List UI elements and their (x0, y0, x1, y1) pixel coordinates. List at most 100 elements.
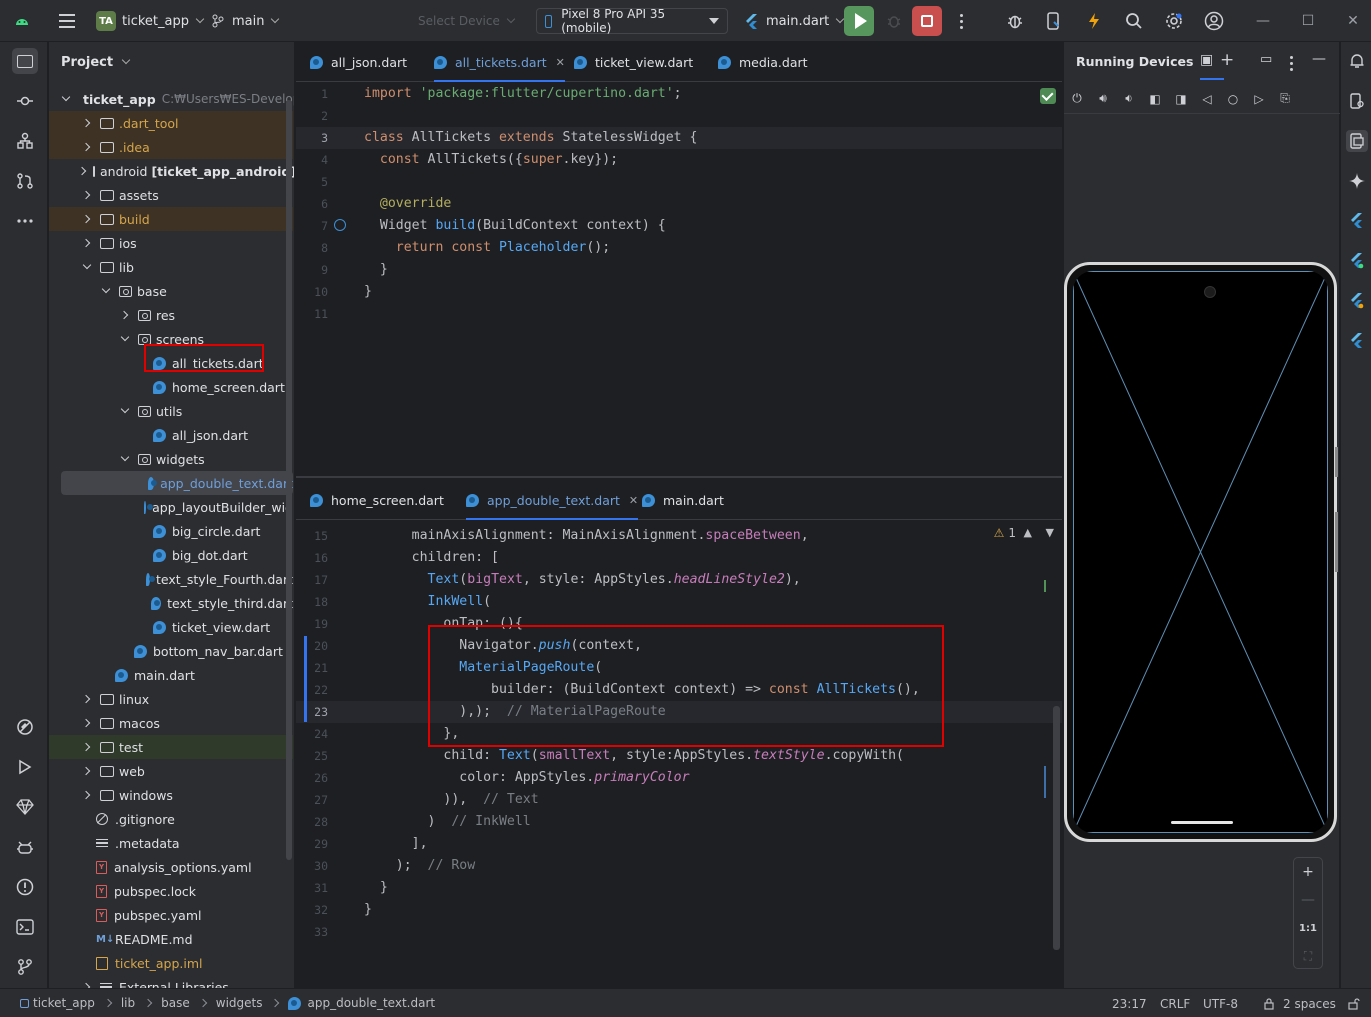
code-line[interactable]: 29 ], (296, 833, 1062, 855)
app-inspection-icon[interactable] (12, 834, 38, 860)
home-icon[interactable]: ○ (1220, 86, 1246, 112)
code-line[interactable]: 1 import 'package:flutter/cupertino.dart'… (296, 83, 1062, 105)
line-number[interactable]: 20 (296, 635, 328, 657)
editor-tab[interactable]: app_double_text.dart ✕ (466, 480, 639, 520)
tree-item[interactable]: test (49, 735, 293, 759)
gesture-home-bar[interactable] (1171, 821, 1233, 824)
attach-debugger-icon[interactable] (1004, 0, 1026, 42)
line-number[interactable]: 18 (296, 591, 328, 613)
tree-item[interactable]: .idea (49, 135, 293, 159)
minimize-window-icon[interactable]: — (1254, 0, 1272, 42)
terminal-icon[interactable] (12, 914, 38, 940)
collapsed-arrow-icon[interactable] (81, 718, 92, 728)
collapsed-arrow-icon[interactable] (77, 166, 87, 176)
lock-icon[interactable] (1264, 989, 1274, 1017)
line-number[interactable]: 27 (296, 789, 328, 811)
tree-item[interactable]: Ypubspec.yaml (49, 903, 293, 927)
window-layout-icon[interactable]: ▭ (1260, 52, 1272, 67)
close-tab-icon[interactable]: ✕ (629, 494, 638, 507)
hide-panel-icon[interactable]: — (1312, 51, 1326, 67)
select-device-dropdown[interactable]: Select Device (418, 0, 516, 42)
tree-item[interactable]: base (49, 279, 293, 303)
line-number[interactable]: 16 (296, 547, 328, 569)
zoom-actual-size[interactable]: 1:1 (1294, 914, 1322, 942)
code-line[interactable]: 3 class AllTickets extends StatelessWidge… (296, 127, 1062, 149)
file-encoding[interactable]: UTF-8 (1203, 989, 1238, 1017)
code-line[interactable]: 33 (296, 921, 1062, 943)
collapsed-arrow-icon[interactable] (81, 190, 92, 200)
tree-item[interactable]: big_dot.dart (49, 543, 293, 567)
close-tab-icon[interactable]: ✕ (556, 56, 565, 69)
tree-item[interactable]: Yanalysis_options.yaml (49, 855, 293, 879)
tree-item[interactable]: linux (49, 687, 293, 711)
line-number[interactable]: 33 (296, 921, 328, 943)
tree-item[interactable]: lib (49, 255, 293, 279)
screenshot-icon[interactable]: ⎘ (1272, 86, 1298, 112)
settings-gear-icon[interactable] (1163, 0, 1185, 42)
vcs-change-marker[interactable] (304, 636, 307, 722)
line-number[interactable]: 31 (296, 877, 328, 899)
flutter-inspector-icon[interactable] (12, 714, 38, 740)
code-line[interactable]: 17 Text(bigText, style: AppStyles.headLi… (296, 569, 1062, 591)
vcs-branch-widget[interactable]: main (212, 0, 280, 42)
code-line[interactable]: 6 @override (296, 193, 1062, 215)
emulator-screen[interactable] (1073, 271, 1328, 833)
editor-tab[interactable]: main.dart (642, 480, 724, 520)
code-line[interactable]: 32} (296, 899, 1062, 921)
caret-position[interactable]: 23:17 (1112, 989, 1147, 1017)
code-line[interactable]: 16 children: [ (296, 547, 1062, 569)
line-number[interactable]: 19 (296, 613, 328, 635)
close-window-icon[interactable]: ✕ (1344, 0, 1362, 42)
collapsed-arrow-icon[interactable] (81, 238, 92, 248)
tree-item[interactable]: res (49, 303, 293, 327)
volume-up-icon[interactable]: 🔊︎ (1090, 86, 1116, 112)
android-studio-logo-icon[interactable] (14, 0, 44, 42)
tree-item[interactable]: text_style_third.dart (49, 591, 293, 615)
editor-scrollbar[interactable] (1053, 706, 1060, 950)
line-number[interactable]: 4 (296, 149, 328, 171)
project-view-selector[interactable]: Project (49, 42, 294, 82)
tree-item[interactable]: main.dart (49, 663, 293, 687)
line-number[interactable]: 28 (296, 811, 328, 833)
expanded-arrow-icon[interactable] (120, 404, 130, 416)
breadcrumb-item[interactable]: base (161, 996, 190, 1010)
tree-item[interactable]: android [ticket_app_android] (49, 159, 294, 183)
line-number[interactable]: 15 (296, 525, 328, 547)
collapsed-arrow-icon[interactable] (81, 142, 92, 152)
overview-icon[interactable]: ▷ (1246, 86, 1272, 112)
power-icon[interactable]: ⏻ (1064, 86, 1090, 112)
line-number[interactable]: 2 (296, 105, 328, 127)
line-number[interactable]: 30 (296, 855, 328, 877)
code-line[interactable]: 15 mainAxisAlignment: MainAxisAlignment.… (296, 525, 1062, 547)
expanded-arrow-icon[interactable] (120, 452, 130, 464)
expanded-arrow-icon[interactable] (61, 92, 71, 104)
tree-item[interactable]: widgets (49, 447, 293, 471)
stop-button[interactable] (912, 6, 942, 36)
tree-item[interactable]: assets (49, 183, 293, 207)
run-tool-icon[interactable] (12, 754, 38, 780)
tree-item[interactable]: build (49, 207, 293, 231)
tree-item[interactable]: .dart_tool (49, 111, 293, 135)
code-line[interactable]: 30 ); // Row (296, 855, 1062, 877)
line-number[interactable]: 1 (296, 83, 328, 105)
line-number[interactable]: 21 (296, 657, 328, 679)
rotate-right-icon[interactable]: ◨ (1168, 86, 1194, 112)
line-number[interactable]: 32 (296, 899, 328, 921)
project-tree-scrollbar[interactable] (286, 100, 292, 860)
more-actions-icon[interactable] (958, 0, 964, 42)
flutter-inspector-tool-icon[interactable] (1346, 250, 1368, 272)
tree-item[interactable]: .gitignore (49, 807, 293, 831)
tree-item[interactable]: M↓ README.md (49, 927, 293, 951)
tree-item[interactable]: big_circle.dart (49, 519, 293, 543)
next-highlight-icon[interactable]: ▼ (1046, 526, 1054, 539)
line-number[interactable]: 9 (296, 259, 328, 281)
expanded-arrow-icon[interactable] (120, 332, 130, 344)
more-tools-icon[interactable] (12, 208, 38, 234)
tree-item[interactable]: ios (49, 231, 293, 255)
line-number[interactable]: 6 (296, 193, 328, 215)
project-switcher[interactable]: TA ticket_app (96, 0, 205, 42)
code-line[interactable]: 5 (296, 171, 1062, 193)
collapsed-arrow-icon[interactable] (81, 694, 92, 704)
warning-indicator[interactable]: ⚠ 1 (994, 526, 1016, 540)
line-number[interactable]: 26 (296, 767, 328, 789)
